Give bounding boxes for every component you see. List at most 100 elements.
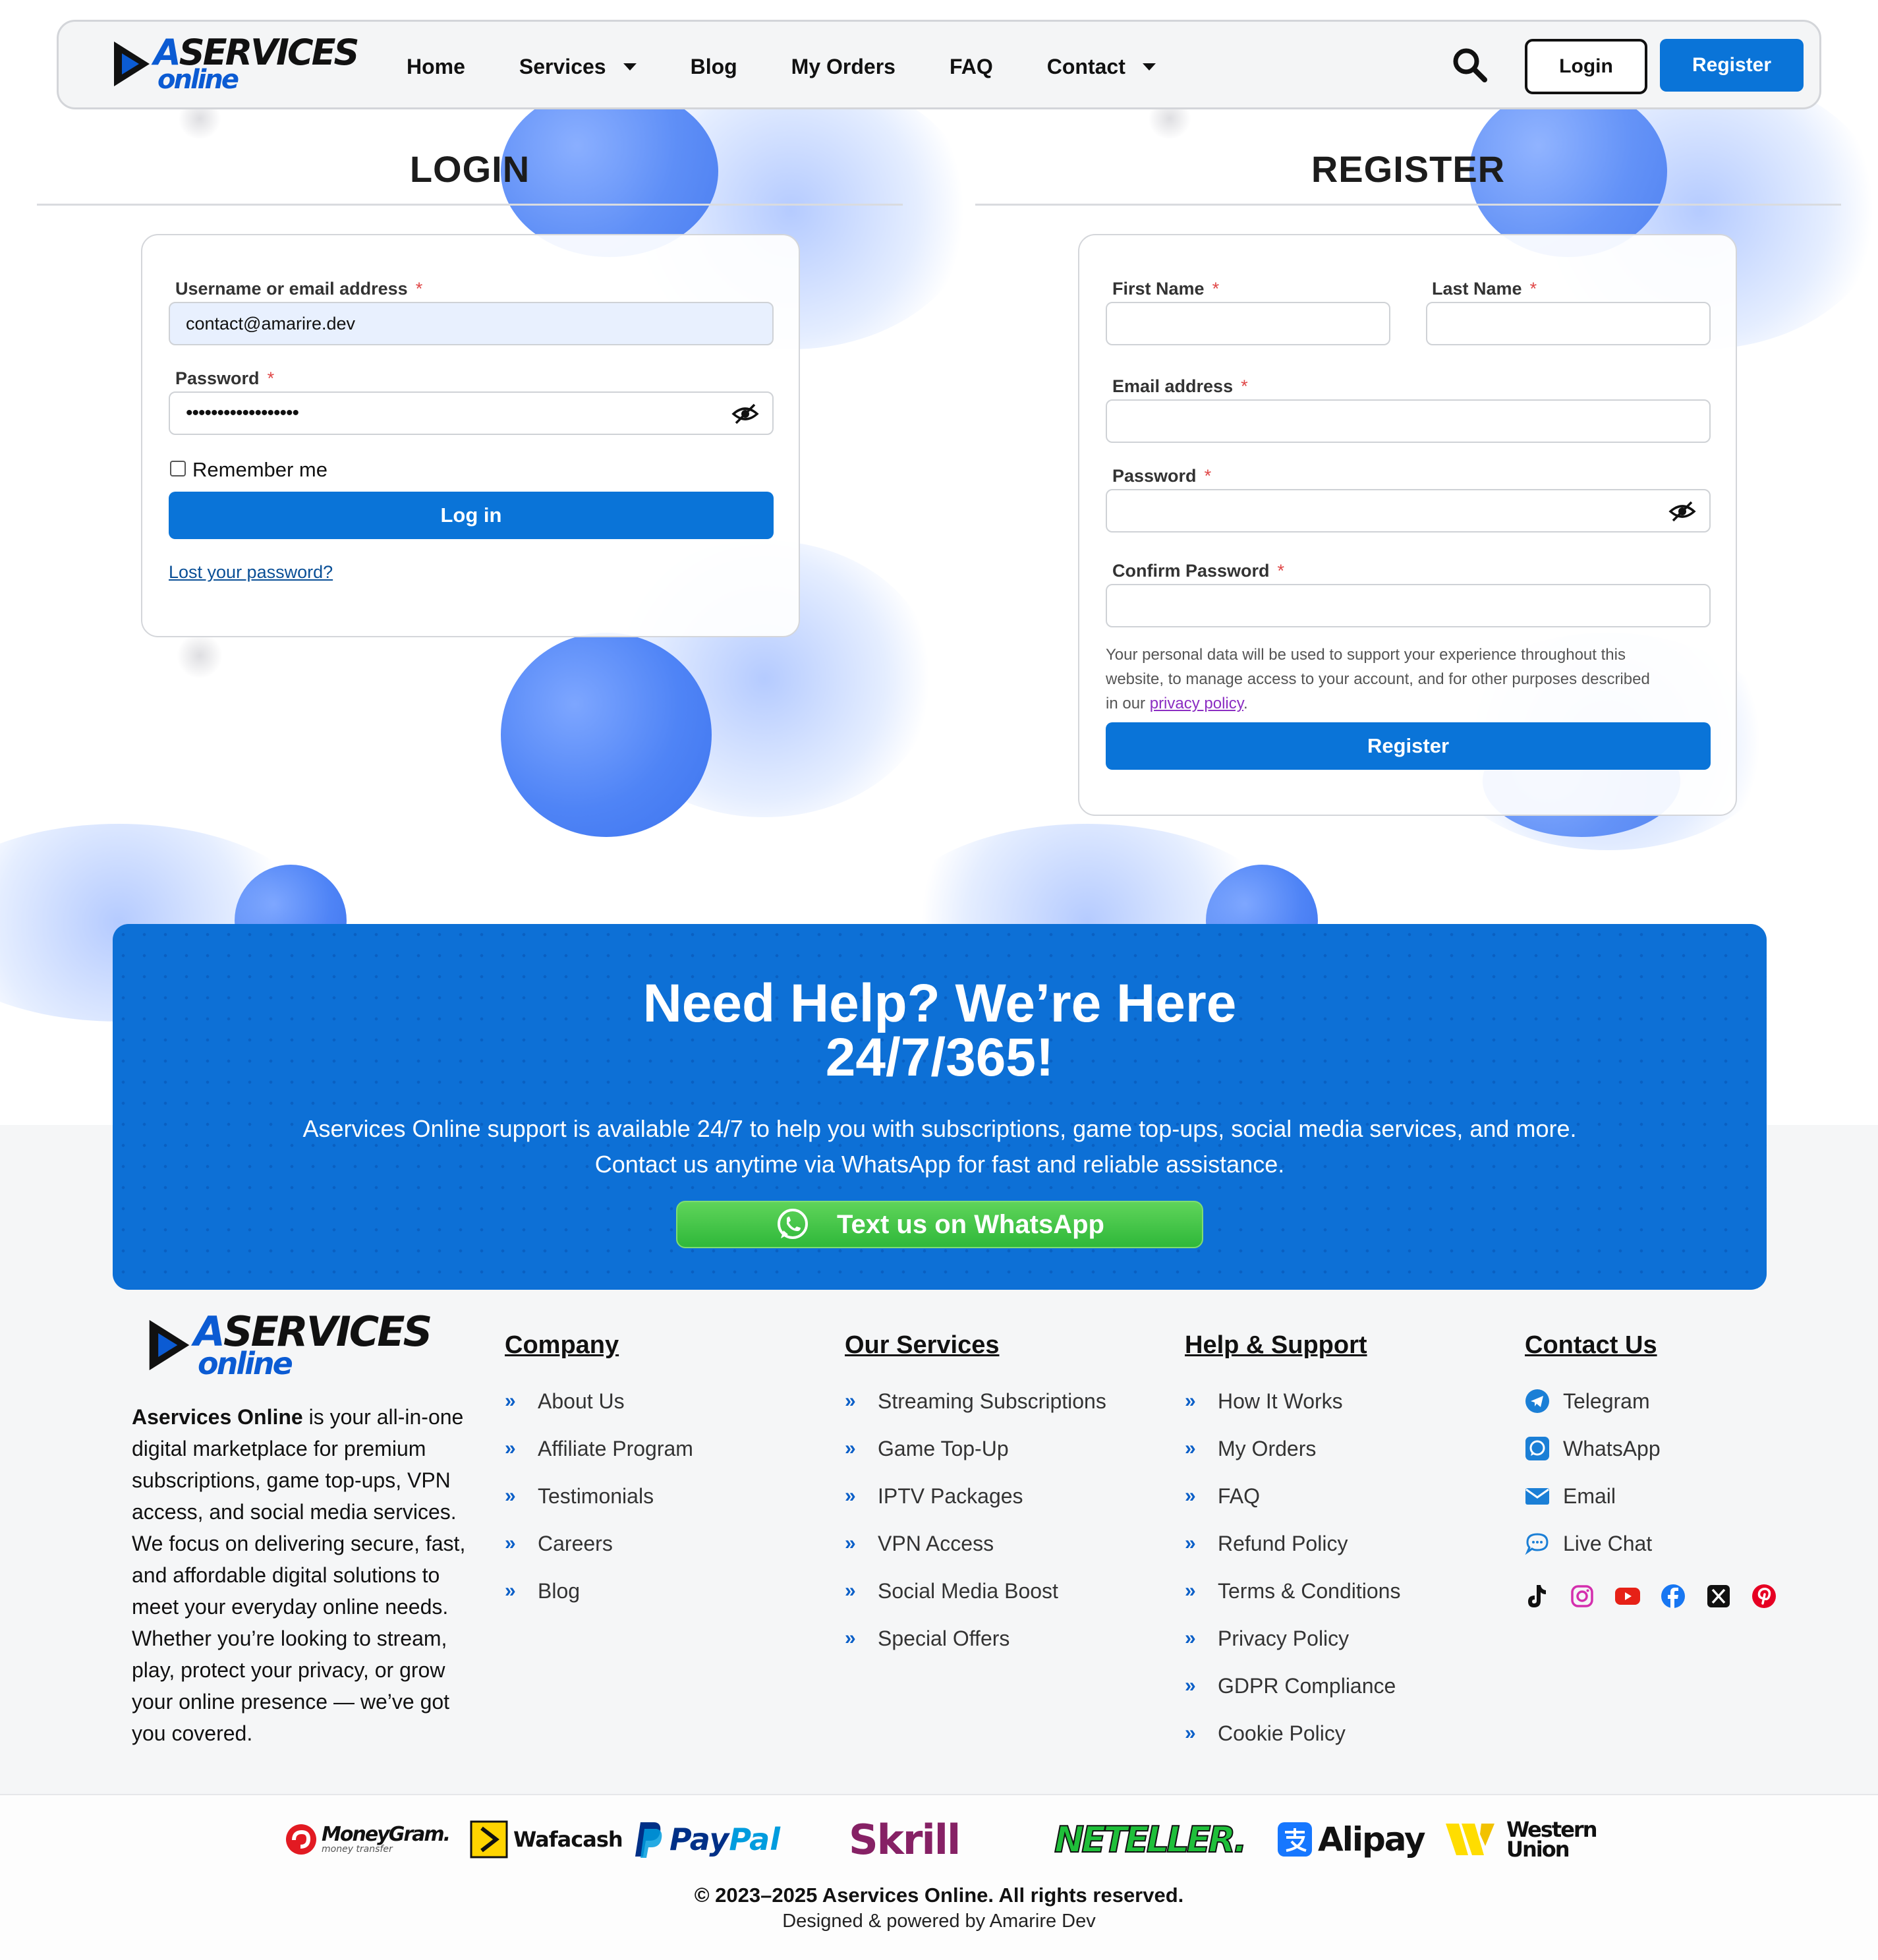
username-input[interactable]: contact@amarire.dev: [169, 302, 774, 345]
eye-slash-icon[interactable]: [731, 402, 759, 426]
lost-password-link[interactable]: Lost your password?: [169, 562, 333, 583]
nav-my-orders[interactable]: My Orders: [791, 55, 896, 79]
footer-link-blog[interactable]: » Blog: [505, 1567, 693, 1615]
register-password-input[interactable]: [1106, 489, 1711, 533]
footer-link-label: Affiliate Program: [538, 1436, 693, 1460]
footer-link-social-boost[interactable]: » Social Media Boost: [845, 1567, 1106, 1615]
password-label-text: Password: [175, 368, 260, 388]
footer-link-about-us[interactable]: » About Us: [505, 1377, 693, 1425]
instagram-icon[interactable]: [1569, 1583, 1595, 1609]
footer-link-iptv[interactable]: » IPTV Packages: [845, 1472, 1106, 1520]
footer-link-label: Terms & Conditions: [1218, 1578, 1401, 1603]
footer-link-affiliate[interactable]: » Affiliate Program: [505, 1425, 693, 1472]
login-card: Username or email address * contact@amari…: [141, 234, 800, 637]
footer-link-label: Special Offers: [878, 1626, 1010, 1650]
footer-link-label: Blog: [538, 1578, 581, 1603]
footer-link-vpn[interactable]: » VPN Access: [845, 1520, 1106, 1567]
youtube-icon[interactable]: [1614, 1583, 1641, 1609]
play-logo-icon: [145, 1315, 194, 1375]
footer-logo[interactable]: ASERVICES online: [145, 1311, 432, 1379]
footer-link-label: Privacy Policy: [1218, 1626, 1350, 1650]
register-title: REGISTER: [1311, 148, 1506, 190]
footer-link-gdpr[interactable]: » GDPR Compliance: [1185, 1662, 1400, 1710]
footer-link-faq[interactable]: » FAQ: [1185, 1472, 1400, 1520]
required-mark: *: [267, 368, 275, 388]
footer-link-cookie[interactable]: » Cookie Policy: [1185, 1710, 1400, 1757]
footer-about-text: Aservices Online is your all-in-one digi…: [132, 1401, 474, 1749]
email-icon: [1525, 1488, 1549, 1505]
whatsapp-button[interactable]: Text us on WhatsApp: [676, 1201, 1203, 1248]
double-chevron-icon: »: [505, 1390, 516, 1412]
header-register-button[interactable]: Register: [1660, 39, 1804, 92]
telegram-icon: [1525, 1389, 1549, 1413]
footer-link-privacy[interactable]: » Privacy Policy: [1185, 1615, 1400, 1662]
site-logo[interactable]: ASERVICES online: [110, 35, 359, 93]
main-nav: Home Services Blog My Orders FAQ Contact: [407, 22, 1210, 111]
password-label: Password *: [175, 368, 274, 389]
double-chevron-icon: »: [505, 1532, 516, 1554]
western-union-icon: [1446, 1824, 1494, 1855]
footer-link-terms[interactable]: » Terms & Conditions: [1185, 1567, 1400, 1615]
eye-slash-icon[interactable]: [1668, 500, 1696, 523]
copyright: © 2023–2025 Aservices Online. All rights…: [694, 1884, 1184, 1907]
moneygram-text: MoneyGram.: [322, 1823, 451, 1846]
nav-contact[interactable]: Contact: [1047, 55, 1156, 79]
footer-link-streaming[interactable]: » Streaming Subscriptions: [845, 1377, 1106, 1425]
first-name-input[interactable]: [1106, 302, 1390, 345]
contact-label: Email: [1563, 1484, 1616, 1508]
footer-link-label: VPN Access: [878, 1531, 994, 1555]
footer-company-list: » About Us » Affiliate Program » Testimonia…: [505, 1377, 693, 1615]
email-input[interactable]: [1106, 399, 1711, 443]
pinterest-icon[interactable]: [1751, 1583, 1777, 1609]
register-password-label: Password *: [1112, 466, 1211, 486]
privacy-policy-link[interactable]: privacy policy: [1150, 695, 1243, 712]
footer-link-special-offers[interactable]: » Special Offers: [845, 1615, 1106, 1662]
tiktok-icon[interactable]: [1523, 1583, 1550, 1609]
help-banner: Need Help? We’re Here 24/7/365! Aservice…: [113, 924, 1767, 1290]
contact-whatsapp[interactable]: WhatsApp: [1525, 1425, 1661, 1472]
remember-me-checkbox[interactable]: [170, 461, 186, 476]
powered-by: Designed & powered by Amarire Dev: [782, 1911, 1096, 1932]
nav-blog[interactable]: Blog: [691, 55, 737, 79]
nav-services[interactable]: Services: [519, 55, 637, 79]
register-submit-button[interactable]: Register: [1106, 722, 1711, 770]
footer-link-careers[interactable]: » Careers: [505, 1520, 693, 1567]
privacy-notice-line: website, to manage access to your accoun…: [1106, 670, 1650, 688]
facebook-icon[interactable]: [1660, 1583, 1686, 1609]
social-links: [1523, 1583, 1796, 1609]
confirm-password-label: Confirm Password *: [1112, 561, 1284, 581]
login-submit-button[interactable]: Log in: [169, 492, 774, 539]
footer-link-game-topup[interactable]: » Game Top-Up: [845, 1425, 1106, 1472]
whatsapp-icon: [1525, 1437, 1549, 1460]
double-chevron-icon: »: [1185, 1627, 1196, 1649]
footer-link-my-orders[interactable]: » My Orders: [1185, 1425, 1400, 1472]
footer-link-how-it-works[interactable]: » How It Works: [1185, 1377, 1400, 1425]
footer-link-refund[interactable]: » Refund Policy: [1185, 1520, 1400, 1567]
double-chevron-icon: »: [505, 1580, 516, 1601]
x-icon[interactable]: [1705, 1583, 1732, 1609]
moneygram-subtext: money transfer: [322, 1844, 393, 1855]
nav-services-label: Services: [519, 54, 606, 78]
help-title-line1: Need Help? We’re Here: [642, 973, 1237, 1033]
help-title-line2: 24/7/365!: [825, 1027, 1054, 1087]
search-icon[interactable]: [1450, 45, 1490, 85]
confirm-password-input[interactable]: [1106, 584, 1711, 627]
footer-link-label: About Us: [538, 1389, 625, 1413]
paypal-logo: Pay Pal: [634, 1818, 780, 1861]
neteller-logo: NETELLER.: [1054, 1818, 1248, 1861]
contact-email[interactable]: Email: [1525, 1472, 1661, 1520]
nav-home[interactable]: Home: [407, 55, 465, 79]
last-name-input[interactable]: [1426, 302, 1711, 345]
header-login-button[interactable]: Login: [1525, 39, 1647, 94]
footer-contact-title: Contact Us: [1525, 1331, 1657, 1359]
password-input[interactable]: ••••••••••••••••••: [169, 391, 774, 435]
double-chevron-icon: »: [845, 1437, 856, 1459]
contact-live-chat[interactable]: Live Chat: [1525, 1520, 1661, 1567]
footer-link-label: Game Top-Up: [878, 1436, 1009, 1460]
contact-telegram[interactable]: Telegram: [1525, 1377, 1661, 1425]
nav-faq[interactable]: FAQ: [950, 55, 993, 79]
footer-link-testimonials[interactable]: » Testimonials: [505, 1472, 693, 1520]
footer-support-title: Help & Support: [1185, 1331, 1367, 1359]
paypal-text-pay: Pay: [669, 1822, 729, 1857]
required-mark: *: [1277, 561, 1285, 581]
